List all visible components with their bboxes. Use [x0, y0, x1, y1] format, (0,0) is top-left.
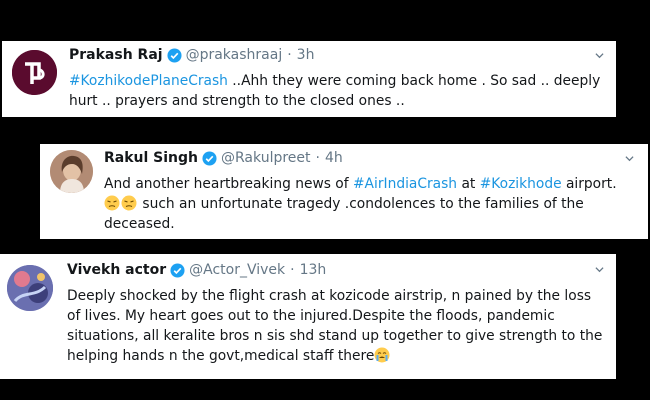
tweet-line: Deeply shocked by the flight crash at ko… [67, 288, 592, 304]
tweet-card-rakul-singh[interactable]: Rakul Singh @Rakulpreet · 4h And another… [40, 144, 648, 239]
avatar[interactable] [7, 265, 53, 311]
tweet-line: hurt .. prayers and strength to the clos… [69, 93, 405, 109]
timestamp[interactable]: 4h [325, 150, 343, 166]
tweet-text-segment: And another heartbreaking news of [104, 176, 353, 192]
verified-badge-icon [202, 150, 217, 166]
tweet-card-prakash-raj[interactable]: Prakash Raj @prakashraaj · 3h #Kozhikode… [2, 41, 616, 117]
user-handle[interactable]: @Actor_Vivek [189, 262, 285, 278]
verified-badge-icon [170, 262, 185, 278]
tweet-text-segment: helping hands n the govt,medical staff t… [67, 348, 375, 364]
hashtag-link[interactable]: #Kozikhode [480, 176, 562, 192]
separator-dot: · [315, 150, 320, 166]
hashtag-link[interactable]: #AirIndiaCrash [353, 176, 457, 192]
pensive-face-emoji [121, 195, 137, 211]
user-handle[interactable]: @Rakulpreet [221, 150, 311, 166]
tweet-line: deceased. [104, 216, 175, 232]
chevron-down-icon[interactable] [595, 265, 604, 274]
separator-dot: · [287, 47, 292, 63]
display-name[interactable]: Vivekh actor [67, 262, 166, 278]
crying-face-emoji [374, 347, 390, 363]
tweet-line: of lives. My heart goes out to the injur… [67, 308, 555, 324]
tweet-text-segment: ..Ahh they were coming back home . So sa… [227, 73, 601, 89]
separator-dot: · [290, 262, 295, 278]
user-handle[interactable]: @prakashraaj [186, 47, 283, 63]
tweet-text: #KozhikodePlaneCrash ..Ahh they were com… [69, 71, 609, 111]
chevron-down-icon[interactable] [625, 154, 634, 163]
tweet-line: And another heartbreaking news of #AirIn… [104, 174, 639, 194]
prakash-raj-logo [12, 50, 57, 95]
tweet-line: situations, all keralite bros n sis shd … [67, 328, 603, 344]
display-name[interactable]: Rakul Singh [104, 150, 198, 166]
timestamp[interactable]: 13h [300, 262, 327, 278]
tweet-line: #KozhikodePlaneCrash ..Ahh they were com… [69, 71, 609, 91]
tweet-text-segment: airport. [561, 176, 617, 192]
display-name[interactable]: Prakash Raj [69, 47, 163, 63]
tweet-text: Deeply shocked by the flight crash at ko… [67, 286, 607, 366]
tweet-line: such an unfortunate tragedy .condolences… [104, 194, 639, 214]
avatar[interactable] [12, 50, 57, 95]
tweet-text: And another heartbreaking news of #AirIn… [104, 174, 639, 234]
tweet-header: Rakul Singh @Rakulpreet · 4h [104, 150, 343, 166]
chevron-down-icon[interactable] [595, 51, 604, 60]
pensive-face-emoji [104, 195, 120, 211]
tweet-text-segment: such an unfortunate tragedy .condolences… [138, 196, 584, 212]
tweet-text-segment: at [457, 176, 480, 192]
verified-badge-icon [167, 47, 182, 63]
profile-photo [50, 150, 93, 193]
avatar[interactable] [50, 150, 93, 193]
hashtag-link[interactable]: #KozhikodePlaneCrash [69, 73, 228, 89]
tweet-header: Prakash Raj @prakashraaj · 3h [69, 47, 314, 63]
timestamp[interactable]: 3h [297, 47, 315, 63]
tweet-header: Vivekh actor @Actor_Vivek · 13h [67, 262, 326, 278]
tweet-card-vivekh-actor[interactable]: Vivekh actor @Actor_Vivek · 13h Deeply s… [0, 254, 616, 379]
profile-artwork [7, 265, 53, 311]
tweet-line: helping hands n the govt,medical staff t… [67, 346, 607, 366]
